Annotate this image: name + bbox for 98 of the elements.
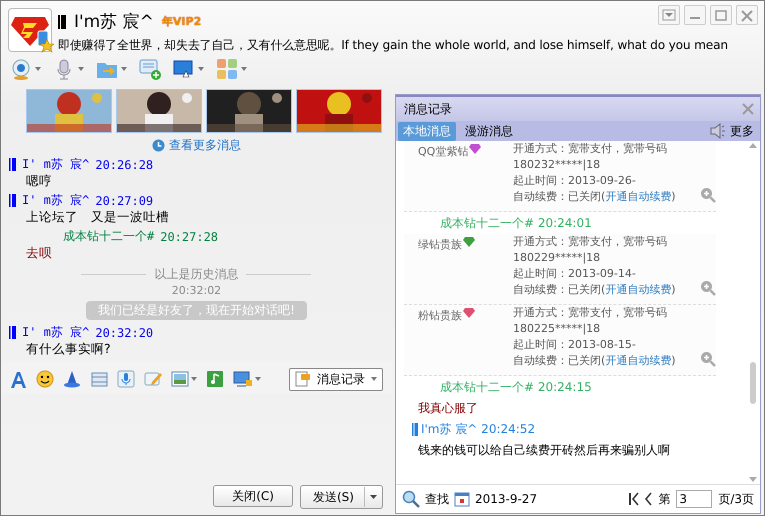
more-messages-link[interactable]: 查看更多消息 xyxy=(168,137,241,154)
message-history-button[interactable]: 消息记录 xyxy=(288,368,383,390)
zoom-in-icon[interactable] xyxy=(700,280,716,296)
film-icon[interactable] xyxy=(90,370,108,388)
message-text: 嗯哼 xyxy=(25,173,53,190)
send-button-group[interactable]: 发送(S) xyxy=(300,485,383,509)
caret-icon xyxy=(370,377,377,381)
menu-icon[interactable] xyxy=(658,5,680,25)
scroll-down-icon[interactable] xyxy=(749,477,757,482)
membership-detail: 180232*****|18 xyxy=(512,157,602,173)
page-count: 页/3页 xyxy=(718,490,754,508)
membership-name: QQ堂紫钻 xyxy=(418,144,468,159)
screen-share-icon[interactable] xyxy=(173,58,195,80)
page-label: 第 xyxy=(658,490,670,508)
note-edit-icon[interactable] xyxy=(144,370,162,388)
caret-icon[interactable] xyxy=(370,495,377,499)
sender-bar-icon xyxy=(9,193,16,208)
auto-renew-status: 自动续费：已关闭(开通自动续费) xyxy=(512,353,676,369)
music-icon[interactable] xyxy=(206,370,224,388)
microphone-icon[interactable] xyxy=(117,370,135,388)
webcam-icon[interactable] xyxy=(10,58,32,80)
sender-bar-icon xyxy=(9,325,16,340)
more-link[interactable]: 更多 xyxy=(730,122,754,140)
find-link[interactable]: 查找 xyxy=(424,490,449,508)
sender-name: I' m苏 宸^ xyxy=(22,156,90,173)
star-icon xyxy=(40,38,54,52)
message-text: 钱来的钱可以给自己续费开砖然后再来骗别人啊 xyxy=(416,442,671,459)
screen-capture-icon[interactable] xyxy=(233,370,253,388)
caret-icon[interactable] xyxy=(241,67,247,71)
speaker-icon[interactable] xyxy=(709,123,727,139)
caret-icon[interactable] xyxy=(198,67,204,71)
search-icon[interactable] xyxy=(402,490,420,508)
sender-name: I' m苏 宸^ xyxy=(22,192,90,209)
enable-renew-link[interactable]: 开通自动续费 xyxy=(605,354,672,367)
auto-renew-status: 自动续费：已关闭(开通自动续费) xyxy=(512,189,676,205)
message-time: 20:27:09 xyxy=(95,194,154,208)
sender-line: 成本钻十二一个# 20:24:15 xyxy=(440,379,592,396)
membership-name: 绿钻贵族 xyxy=(418,237,462,252)
previous-page-icon[interactable] xyxy=(645,492,652,506)
chat-log-icon xyxy=(294,371,311,387)
smiley-icon[interactable] xyxy=(36,370,54,388)
close-icon[interactable] xyxy=(742,103,754,115)
enable-renew-link[interactable]: 开通自动续费 xyxy=(605,190,672,203)
message-text: 有什么事实啊? xyxy=(25,341,112,358)
avatar[interactable] xyxy=(8,8,52,52)
sender-line: 成本钻十二一个# 20:24:01 xyxy=(440,215,592,232)
membership-detail: 开通方式：宽带支付，宽带号码 xyxy=(512,234,668,250)
status-message: 即使赚得了全世界，却失去了自己，又有什么意思呢。If they gain the whole world, and lose himself, what do you mean xyxy=(58,37,728,54)
calendar-icon[interactable] xyxy=(454,491,470,507)
caret-icon[interactable] xyxy=(78,67,84,71)
zoom-in-icon[interactable] xyxy=(700,351,716,367)
image-icon[interactable] xyxy=(171,370,189,388)
date-selector[interactable]: 2013-9-27 xyxy=(474,492,538,506)
maximize-icon[interactable] xyxy=(710,5,732,25)
message-text: 去呗 xyxy=(25,245,53,262)
panel-title: 消息记录 xyxy=(404,100,452,118)
caret-icon[interactable] xyxy=(255,377,261,381)
first-page-icon[interactable] xyxy=(629,492,640,506)
message-time: 20:26:28 xyxy=(95,158,154,172)
contact-name: I'm苏 宸^ xyxy=(74,11,154,33)
enable-renew-link[interactable]: 开通自动续费 xyxy=(605,283,672,296)
membership-detail: 起止时间：2013-08-15- xyxy=(512,337,637,353)
sender-bar-icon xyxy=(9,157,16,172)
close-button[interactable]: 关闭(C) xyxy=(213,485,293,507)
vip-label: 年VIP2 xyxy=(162,14,202,29)
message-time: 20:27:28 xyxy=(160,230,218,244)
tab[interactable]: 漫游消息 xyxy=(460,122,518,140)
sender-line: I'm苏 宸^ 20:24:52 xyxy=(420,421,536,438)
send-button[interactable]: 发送(S) xyxy=(300,487,364,507)
membership-detail: 开通方式：宽带支付，宽带号码 xyxy=(512,141,668,157)
wizard-hat-icon[interactable] xyxy=(63,370,81,388)
caret-icon[interactable] xyxy=(121,67,127,71)
page-input[interactable]: 3 xyxy=(676,490,712,508)
message-time: 20:32:20 xyxy=(95,326,154,340)
membership-detail: 180229*****|18 xyxy=(512,250,602,266)
membership-detail: 起止时间：2013-09-14- xyxy=(512,266,637,282)
caret-icon[interactable] xyxy=(191,377,197,381)
timestamp: 20:32:02 xyxy=(170,284,222,297)
minimize-icon[interactable] xyxy=(684,5,706,25)
message-text: 我真心服了 xyxy=(416,400,479,417)
caret-icon[interactable] xyxy=(35,67,41,71)
sender-name: 成本钻十二一个# xyxy=(63,228,154,245)
sender-bar-icon xyxy=(412,422,418,436)
membership-name: 粉钻贵族 xyxy=(418,308,462,323)
auto-renew-status: 自动续费：已关闭(开通自动续费) xyxy=(512,282,676,298)
message-add-icon[interactable] xyxy=(139,58,161,80)
zoom-in-icon[interactable] xyxy=(700,187,716,203)
signal-bar-icon xyxy=(58,14,66,30)
sender-name: I' m苏 宸^ xyxy=(22,324,90,341)
membership-detail: 180225*****|18 xyxy=(512,321,602,337)
font-icon[interactable] xyxy=(9,370,27,388)
message-text: 上论坛了 又是一波吐槽 xyxy=(25,209,170,226)
close-icon[interactable] xyxy=(736,5,758,25)
scroll-up-icon[interactable] xyxy=(749,143,757,148)
clock-icon xyxy=(152,139,165,152)
membership-detail: 起止时间：2013-09-26- xyxy=(512,173,637,189)
membership-detail: 开通方式：宽带支付，宽带号码 xyxy=(512,305,668,321)
history-divider-label: 以上是历史消息 xyxy=(154,266,238,283)
